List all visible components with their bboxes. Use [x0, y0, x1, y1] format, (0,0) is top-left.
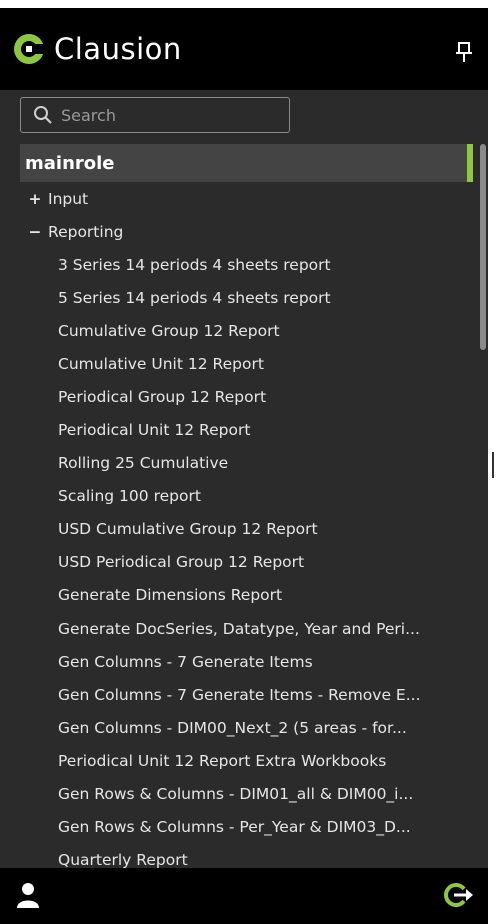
report-item[interactable]: Periodical Group 12 Report — [20, 380, 473, 413]
report-item[interactable]: 3 Series 14 periods 4 sheets report — [20, 248, 473, 281]
search-input[interactable] — [59, 104, 263, 126]
selected-indicator — [467, 144, 473, 182]
report-item[interactable]: Gen Columns - 7 Generate Items — [20, 645, 473, 678]
resize-handle[interactable] — [492, 452, 494, 478]
role-header[interactable]: mainrole — [20, 144, 473, 182]
brand-logo: Clausion — [12, 32, 182, 66]
report-item[interactable]: 5 Series 14 periods 4 sheets report — [20, 281, 473, 314]
navigation-panel: Clausion mainrole + Input − Reporting — [0, 8, 488, 924]
report-item[interactable]: Gen Columns - DIM00_Next_2 (5 areas - fo… — [20, 711, 473, 744]
window-edge — [488, 8, 502, 924]
report-item[interactable]: Periodical Unit 12 Report Extra Workbook… — [20, 744, 473, 777]
footer-bar — [0, 868, 488, 924]
logout-icon — [444, 883, 473, 907]
report-item[interactable]: Rolling 25 Cumulative — [20, 447, 473, 480]
user-button[interactable] — [16, 882, 40, 912]
folder-input[interactable]: + Input — [20, 182, 473, 215]
report-item[interactable]: Periodical Unit 12 Report — [20, 413, 473, 446]
collapse-icon[interactable]: − — [26, 223, 44, 241]
folder-reporting[interactable]: − Reporting — [20, 215, 473, 248]
clausion-logo-icon — [14, 34, 46, 64]
search-box[interactable] — [20, 97, 290, 133]
pin-icon — [456, 42, 472, 62]
header-bar: Clausion — [0, 8, 488, 90]
report-item[interactable]: Gen Rows & Columns - Per_Year & DIM03_D.… — [20, 811, 473, 844]
report-item[interactable]: Gen Rows & Columns - DIM01_all & DIM00_i… — [20, 778, 473, 811]
brand-name: Clausion — [54, 32, 182, 66]
report-item[interactable]: USD Cumulative Group 12 Report — [20, 513, 473, 546]
expand-icon[interactable]: + — [26, 190, 44, 208]
pin-button[interactable] — [454, 40, 474, 64]
user-icon — [17, 883, 39, 908]
report-item[interactable]: Generate DocSeries, Datatype, Year and P… — [20, 612, 473, 645]
folder-label: Reporting — [48, 222, 124, 241]
report-item[interactable]: Scaling 100 report — [20, 480, 473, 513]
role-label: mainrole — [25, 152, 115, 174]
report-item[interactable]: Quarterly Report — [20, 844, 473, 870]
vertical-scrollbar[interactable] — [480, 144, 486, 350]
report-item[interactable]: USD Periodical Group 12 Report — [20, 546, 473, 579]
report-item[interactable]: Gen Columns - 7 Generate Items - Remove … — [20, 678, 473, 711]
menu-tree: mainrole + Input − Reporting 3 Series 14… — [20, 144, 473, 870]
report-item[interactable]: Generate Dimensions Report — [20, 579, 473, 612]
report-item[interactable]: Cumulative Group 12 Report — [20, 314, 473, 347]
report-item[interactable]: Cumulative Unit 12 Report — [20, 347, 473, 380]
search-icon — [34, 106, 52, 124]
folder-label: Input — [48, 189, 89, 208]
logout-button[interactable] — [444, 882, 474, 912]
